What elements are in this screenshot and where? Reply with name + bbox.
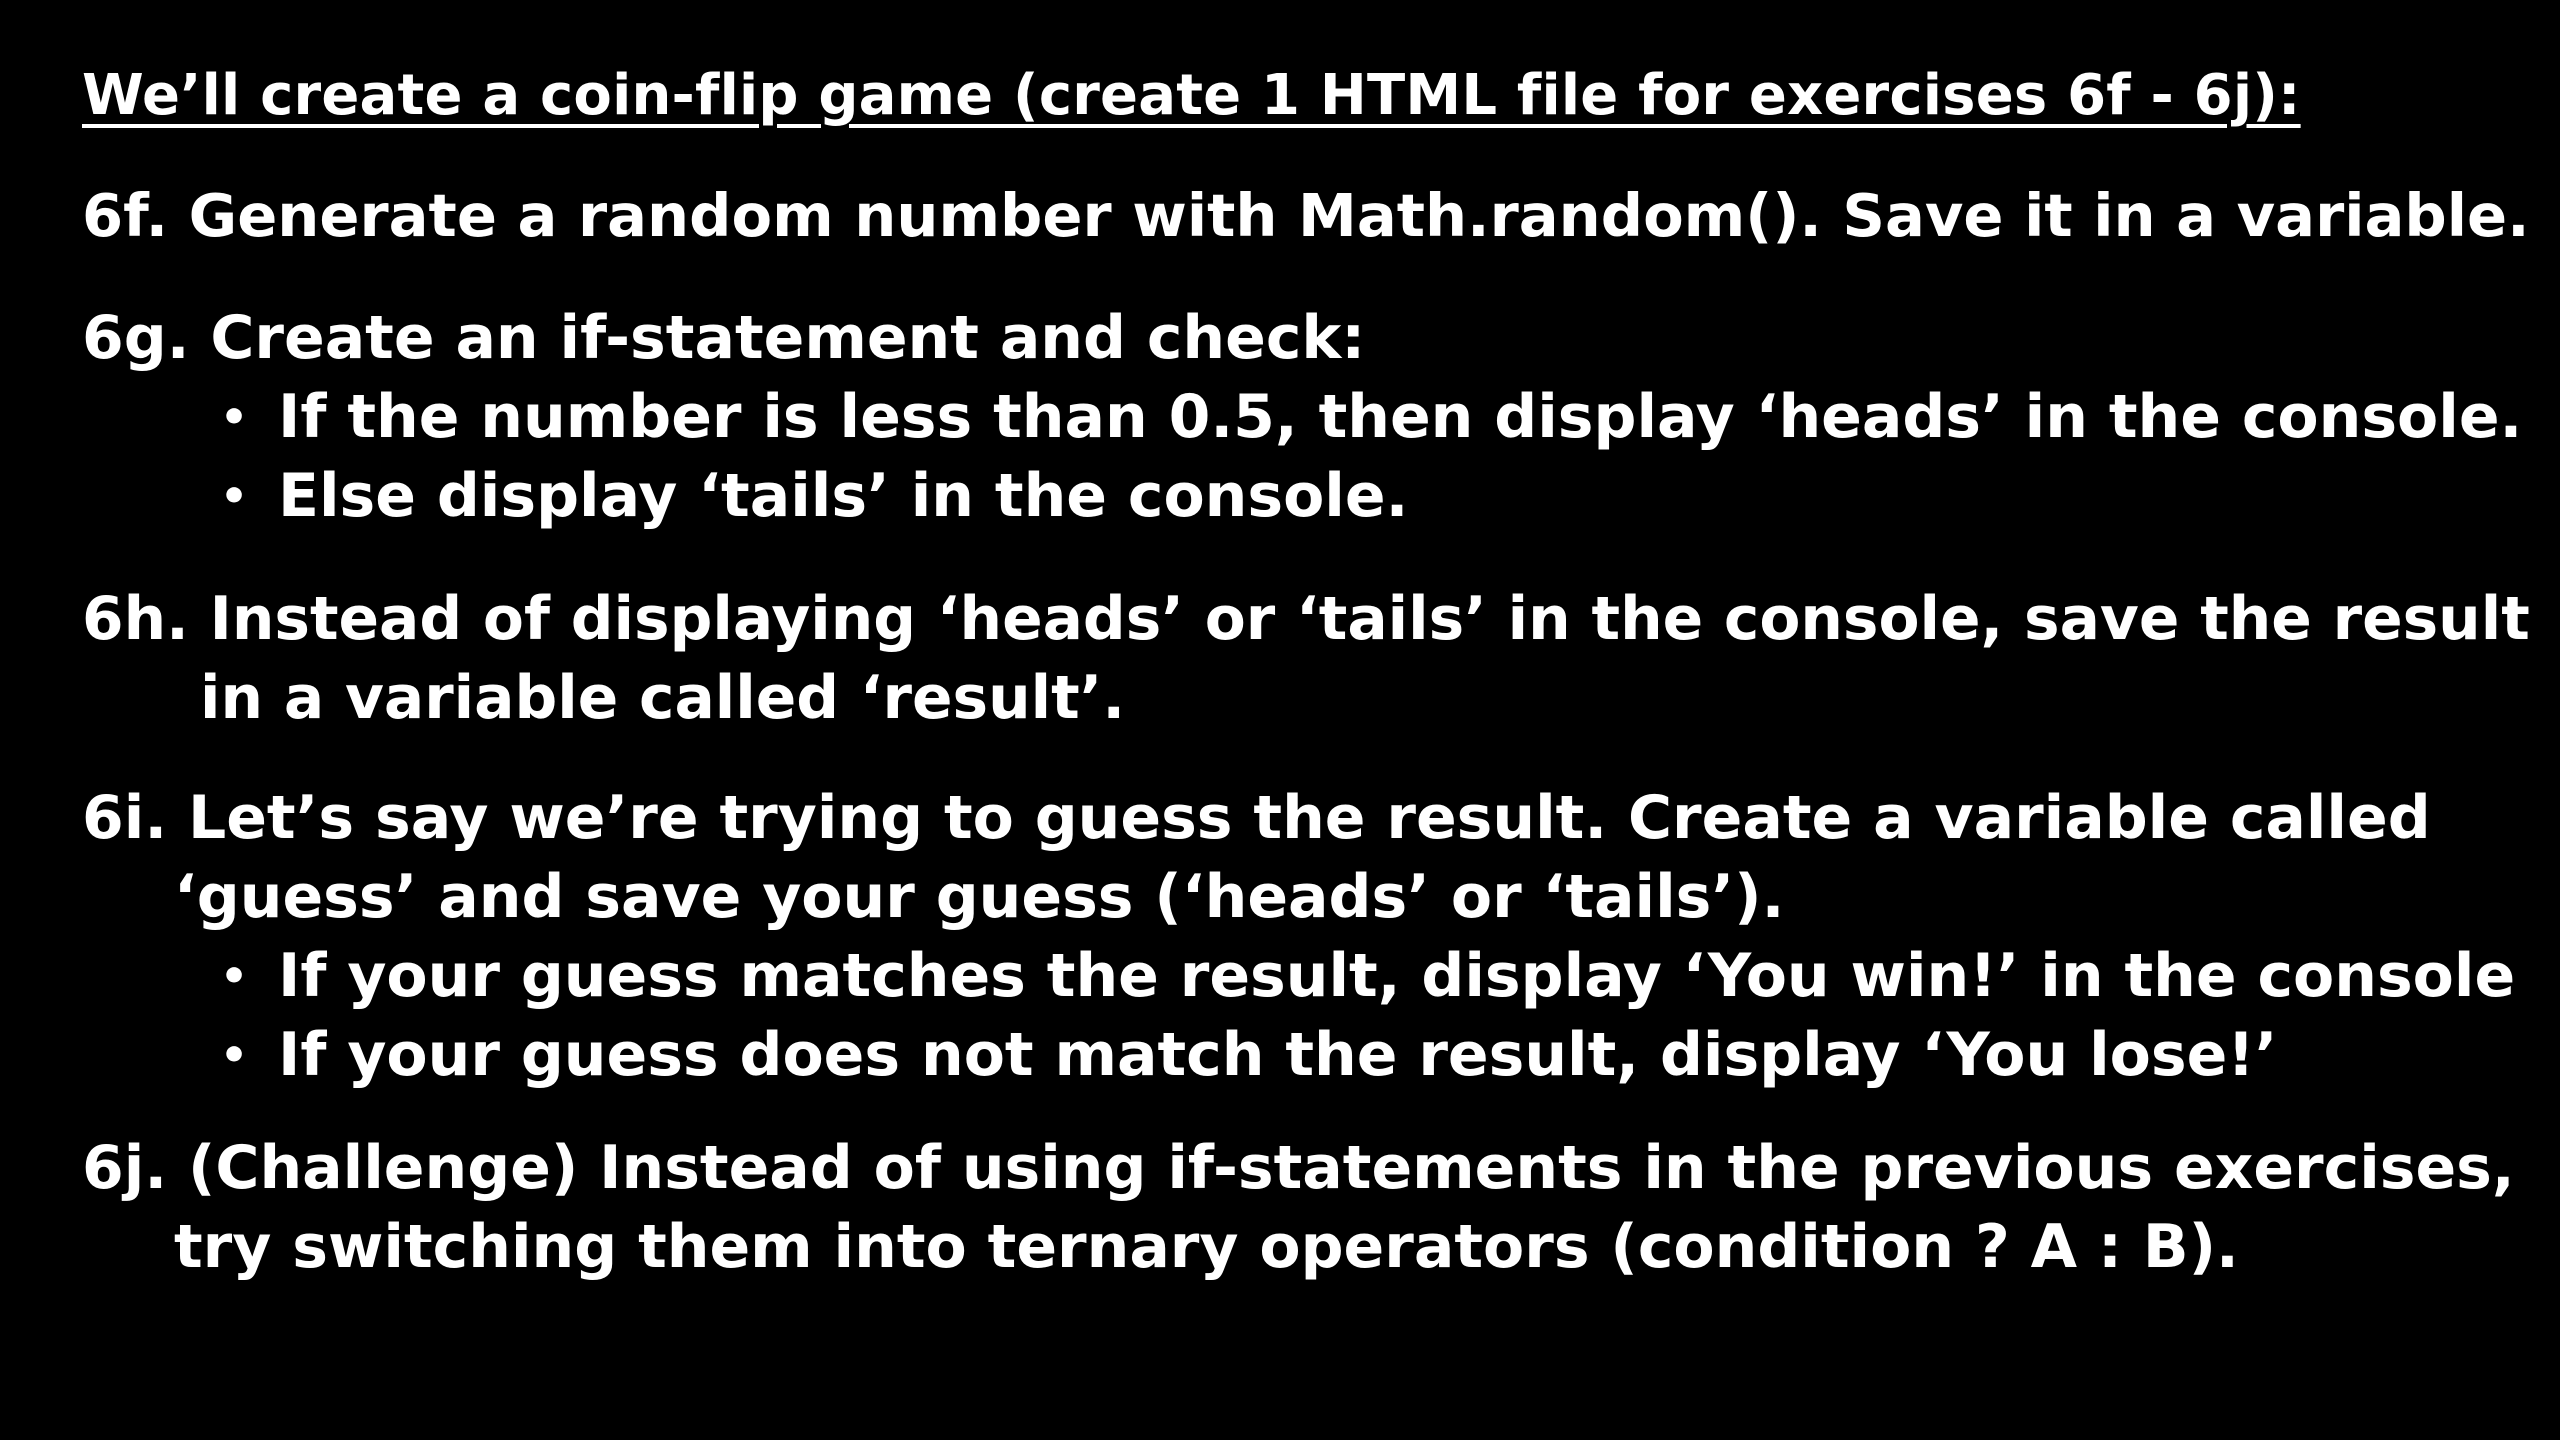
list-item: • Else display ‘tails’ in the console. bbox=[82, 457, 2522, 536]
exercise-6f-text: 6f. Generate a random number with Math.r… bbox=[82, 181, 2530, 250]
exercise-6i: 6i. Let’s say we’re trying to guess the … bbox=[82, 779, 2515, 1095]
exercise-6g-bullets: • If the number is less than 0.5, then di… bbox=[82, 378, 2522, 536]
exercise-6h-line-1: 6h. Instead of displaying ‘heads’ or ‘ta… bbox=[82, 585, 2530, 654]
exercise-6j: 6j. (Challenge) Instead of using if-stat… bbox=[82, 1129, 2515, 1287]
exercise-6i-bullets: • If your guess matches the result, displ… bbox=[82, 937, 2515, 1095]
bullet-icon: • bbox=[220, 392, 249, 443]
exercise-6h-line-2: in a variable called ‘result’. bbox=[200, 664, 1126, 733]
exercise-6g: 6g. Create an if-statement and check: • I… bbox=[82, 299, 2522, 536]
exercise-6f: 6f. Generate a random number with Math.r… bbox=[82, 176, 2530, 255]
bullet-icon: • bbox=[220, 951, 249, 1002]
slide: We’ll create a coin-flip game (create 1 … bbox=[0, 0, 2560, 1440]
exercise-6j-line-1: 6j. (Challenge) Instead of using if-stat… bbox=[82, 1133, 2515, 1203]
page-title: We’ll create a coin-flip game (create 1 … bbox=[82, 63, 2301, 128]
exercise-6g-text: 6g. Create an if-statement and check: bbox=[82, 303, 1366, 373]
bullet-icon: • bbox=[220, 1030, 249, 1081]
list-item: • If the number is less than 0.5, then di… bbox=[82, 378, 2522, 457]
list-item: • If your guess does not match the result… bbox=[82, 1016, 2515, 1095]
list-item: • If your guess matches the result, displ… bbox=[82, 937, 2515, 1016]
bullet-icon: • bbox=[220, 471, 249, 522]
exercise-6i-line-2: ‘guess’ and save your guess (‘heads’ or … bbox=[174, 862, 1785, 932]
exercise-6j-line-2: try switching them into ternary operator… bbox=[174, 1212, 2239, 1282]
exercise-6h: 6h. Instead of displaying ‘heads’ or ‘ta… bbox=[82, 580, 2530, 738]
exercise-6i-line-1: 6i. Let’s say we’re trying to guess the … bbox=[82, 783, 2431, 853]
